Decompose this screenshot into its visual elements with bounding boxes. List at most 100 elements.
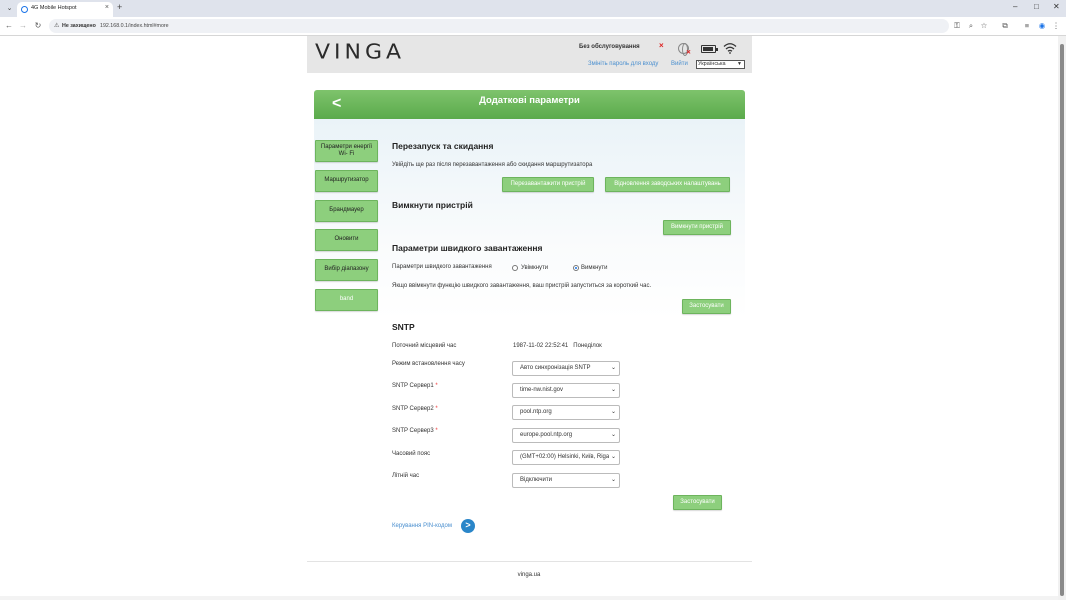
restart-description: Увійдіть ще раз після перезавантаження а… bbox=[392, 162, 593, 168]
required-mark: * bbox=[435, 406, 438, 412]
time-mode-label: Режим встановлення часу bbox=[392, 361, 465, 367]
pin-management-link[interactable]: Керування PIN-кодом bbox=[392, 523, 452, 529]
forward-arrow-icon[interactable]: → bbox=[18, 21, 28, 30]
reload-icon[interactable]: ↻ bbox=[33, 21, 43, 30]
browser-toolbar: ← → ↻ ⚠ Не захищено 192.168.0.1/index.ht… bbox=[0, 17, 1066, 36]
fastboot-on-radio[interactable] bbox=[512, 265, 518, 271]
fastboot-on-label[interactable]: Увімкнути bbox=[521, 265, 548, 271]
sidebar-item-wifi-power[interactable]: Параметри енергії Wi- Fi bbox=[315, 140, 378, 162]
footer-divider bbox=[307, 561, 752, 562]
sntp-server1-value: time-nw.nist.gov bbox=[520, 387, 564, 393]
wifi-icon bbox=[723, 43, 737, 54]
sntp-server1-select[interactable]: time-nw.nist.gov ⌄ bbox=[512, 383, 620, 398]
menu-icon[interactable]: ⋮ bbox=[1051, 21, 1061, 30]
back-arrow-icon[interactable]: ← bbox=[4, 21, 14, 30]
required-mark: * bbox=[435, 383, 438, 389]
page-scrollbar[interactable] bbox=[1058, 36, 1066, 600]
bottom-strip bbox=[0, 596, 1058, 600]
fastboot-apply-button[interactable]: Застосувати bbox=[682, 299, 731, 314]
minimize-button[interactable]: – bbox=[1013, 2, 1017, 11]
sidebar-item-band[interactable]: band bbox=[315, 289, 378, 311]
new-tab-button[interactable]: + bbox=[117, 2, 122, 12]
sntp-section-title: SNTP bbox=[392, 322, 415, 332]
profile-icon[interactable]: ◉ bbox=[1037, 21, 1047, 30]
sntp-server2-label-text: SNTP Сервер2 bbox=[392, 406, 434, 412]
maximize-button[interactable]: □ bbox=[1034, 2, 1039, 11]
sntp-server3-value: europe.pool.ntp.org bbox=[520, 432, 573, 438]
required-mark: * bbox=[435, 428, 438, 434]
reboot-button[interactable]: Перезавантажити пристрій bbox=[502, 177, 594, 192]
time-mode-value: Авто синхронізація SNTP bbox=[520, 365, 591, 371]
fastboot-section-title: Параметри швидкого завантаження bbox=[392, 243, 543, 253]
chevron-down-icon: ⌄ bbox=[608, 474, 616, 487]
factory-reset-button[interactable]: Відновлення заводських налаштувань bbox=[605, 177, 730, 192]
timezone-select[interactable]: (GMT+02:00) Helsinki, Київ, Riga ⌄ bbox=[512, 450, 620, 465]
sntp-server3-label: SNTP Сервер3 * bbox=[392, 428, 438, 434]
time-mode-select[interactable]: Авто синхронізація SNTP ⌄ bbox=[512, 361, 620, 376]
chevron-down-icon: ⌄ bbox=[608, 429, 616, 442]
sntp-server2-label: SNTP Сервер2 * bbox=[392, 406, 438, 412]
browser-tab-bar: ⌄ 4G Mobile Hotspot × + – □ ✕ bbox=[0, 0, 1066, 17]
chevron-down-icon: ⌄ bbox=[608, 406, 616, 419]
chevron-down-icon: ⌄ bbox=[608, 451, 616, 464]
language-select[interactable]: Українська ▼ bbox=[696, 60, 745, 69]
shutdown-section-title: Вимкнути пристрій bbox=[392, 200, 473, 210]
sidebar-item-router[interactable]: Маршрутизатор bbox=[315, 170, 378, 192]
address-bar[interactable]: ⚠ Не захищено 192.168.0.1/index.html#mor… bbox=[49, 19, 949, 33]
sidebar-item-update[interactable]: Оновити bbox=[315, 229, 378, 251]
tab-search-icon[interactable]: ⌄ bbox=[4, 3, 15, 14]
sntp-server2-value: pool.ntp.org bbox=[520, 409, 552, 415]
browser-tab[interactable]: 4G Mobile Hotspot × bbox=[17, 2, 113, 17]
dst-select[interactable]: Відключити ⌄ bbox=[512, 473, 620, 488]
shutdown-button[interactable]: Вимкнути пристрій bbox=[663, 220, 731, 235]
not-secure-label[interactable]: Не захищено bbox=[62, 23, 96, 29]
current-time-value: 1987-11-02 22:52:41 Понеділок bbox=[513, 343, 602, 349]
sidebar-item-firewall[interactable]: Брандмауер bbox=[315, 200, 378, 222]
page-title-band: < Додаткові параметри bbox=[314, 90, 745, 119]
warning-icon[interactable]: ⚠ bbox=[54, 22, 59, 29]
disconnected-icon: ✕ bbox=[686, 50, 692, 56]
dst-label: Літній час bbox=[392, 473, 420, 479]
sntp-server2-select[interactable]: pool.ntp.org ⌄ bbox=[512, 405, 620, 420]
current-time-label: Поточний місцевий час bbox=[392, 343, 457, 349]
chevron-down-icon: ▼ bbox=[737, 61, 742, 67]
footer-site-text: vinga.ua bbox=[517, 572, 541, 578]
tune-icon[interactable]: ≡ bbox=[1022, 21, 1032, 30]
battery-icon bbox=[701, 45, 718, 53]
fastboot-label: Параметри швидкого завантаження bbox=[392, 264, 492, 270]
timezone-value: (GMT+02:00) Helsinki, Київ, Riga bbox=[520, 454, 610, 460]
tab-favicon-icon bbox=[21, 6, 28, 13]
fastboot-off-label[interactable]: Вимкнути bbox=[581, 265, 608, 271]
close-window-button[interactable]: ✕ bbox=[1053, 2, 1060, 11]
site-header: VINGA Без обслуговування × ✕ Змініть пар… bbox=[307, 36, 752, 73]
timezone-label: Часовий пояс bbox=[392, 451, 431, 457]
language-value: Українська bbox=[698, 61, 726, 67]
tab-title: 4G Mobile Hotspot bbox=[31, 5, 77, 11]
star-icon[interactable]: ☆ bbox=[979, 21, 989, 30]
network-status: Без обслуговування bbox=[579, 44, 640, 50]
scrollbar-thumb[interactable] bbox=[1060, 44, 1064, 596]
sntp-server1-label: SNTP Сервер1 * bbox=[392, 383, 438, 389]
dst-value: Відключити bbox=[520, 477, 552, 483]
url-text[interactable]: 192.168.0.1/index.html#more bbox=[100, 23, 169, 29]
sntp-apply-button[interactable]: Застосувати bbox=[673, 495, 722, 510]
search-icon[interactable]: ⌕ bbox=[966, 21, 976, 31]
change-password-link[interactable]: Змініть пароль для входу bbox=[588, 61, 658, 67]
vinga-logo: VINGA bbox=[315, 41, 406, 64]
logout-link[interactable]: Вийти bbox=[671, 61, 688, 67]
extensions-icon[interactable]: ⧉ bbox=[1000, 21, 1010, 31]
pin-arrow-icon[interactable]: > bbox=[461, 519, 475, 533]
page-title: Додаткові параметри bbox=[479, 95, 580, 106]
sntp-server1-label-text: SNTP Сервер1 bbox=[392, 383, 434, 389]
restart-section-title: Перезапуск та скидання bbox=[392, 141, 494, 151]
tab-close-icon[interactable]: × bbox=[105, 4, 109, 11]
fastboot-off-radio[interactable] bbox=[573, 265, 579, 271]
sntp-server3-label-text: SNTP Сервер3 bbox=[392, 428, 434, 434]
no-signal-icon: × bbox=[659, 41, 664, 50]
chevron-down-icon: ⌄ bbox=[608, 384, 616, 397]
sidebar-item-band-selection[interactable]: Вибір діапазону bbox=[315, 259, 378, 281]
chevron-down-icon: ⌄ bbox=[608, 362, 616, 375]
sntp-server3-select[interactable]: europe.pool.ntp.org ⌄ bbox=[512, 428, 620, 443]
key-icon[interactable]: ⚿ bbox=[952, 21, 962, 31]
fastboot-note: Якщо ввімкнути функцію швидкого завантаж… bbox=[392, 283, 652, 289]
